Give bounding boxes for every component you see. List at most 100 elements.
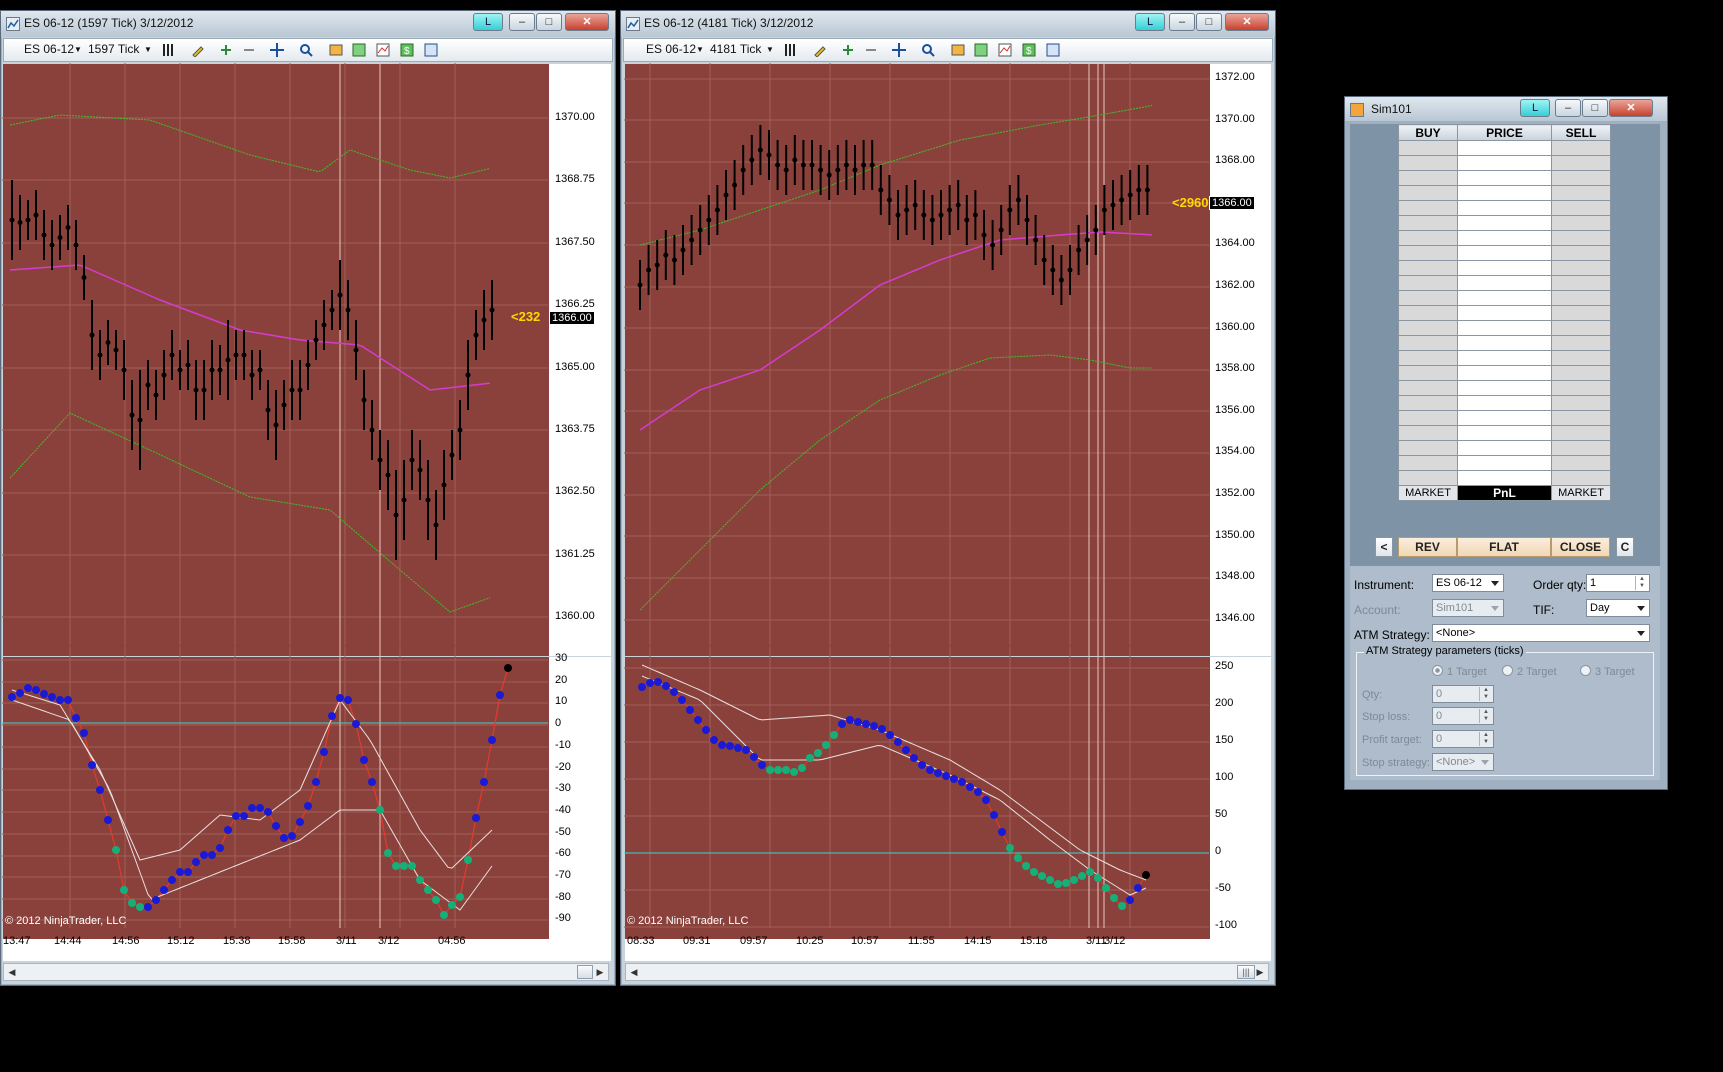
price-cell[interactable] (1457, 215, 1552, 231)
maximize-button[interactable]: □ (536, 13, 562, 31)
dom-row[interactable] (1398, 350, 1611, 366)
rev-button[interactable]: REV (1398, 537, 1457, 557)
buy-cell[interactable] (1398, 140, 1458, 156)
left-titlebar[interactable]: ES 06-12 (1597 Tick) 3/12/2012 L – □ ✕ (1, 11, 615, 37)
sell-cell[interactable] (1551, 470, 1611, 486)
dom-row[interactable] (1398, 155, 1611, 171)
price-cell[interactable] (1457, 260, 1552, 276)
buy-cell[interactable] (1398, 440, 1458, 456)
dom-row[interactable] (1398, 440, 1611, 456)
right-osc-axis[interactable] (1210, 657, 1271, 939)
stop-strategy-combo[interactable]: <None> (1432, 753, 1494, 771)
sell-cell[interactable] (1551, 155, 1611, 171)
price-cell[interactable] (1457, 335, 1552, 351)
dom-row[interactable] (1398, 245, 1611, 261)
zoom-in-icon[interactable] (219, 43, 233, 57)
price-cell[interactable] (1457, 425, 1552, 441)
instrument-selector[interactable]: ES 06-12 (24, 42, 74, 56)
interval-selector[interactable]: 1597 Tick (88, 42, 139, 56)
target-radio-2[interactable]: 2 Target (1502, 665, 1557, 678)
price-cell[interactable] (1457, 305, 1552, 321)
close-position-button[interactable]: CLOSE (1551, 537, 1610, 557)
link-button[interactable]: L (473, 13, 503, 31)
close-button[interactable]: ✕ (1609, 99, 1653, 117)
buy-cell[interactable] (1398, 455, 1458, 471)
minimize-button[interactable]: – (1169, 13, 1195, 31)
price-cell[interactable] (1457, 230, 1552, 246)
qty-input[interactable]: 0 ▲ ▼ (1432, 685, 1494, 703)
dom-ladder[interactable]: BUY PRICE SELL MARKET PnL MARKET (1398, 124, 1611, 501)
buy-cell[interactable] (1398, 200, 1458, 216)
right-titlebar[interactable]: ES 06-12 (4181 Tick) 3/12/2012 L – □ ✕ (621, 11, 1275, 37)
sell-cell[interactable] (1551, 365, 1611, 381)
interval-dropdown-icon[interactable]: ▼ (766, 45, 774, 54)
buy-cell[interactable] (1398, 305, 1458, 321)
crosshair-icon[interactable] (892, 43, 906, 57)
dom-row[interactable] (1398, 140, 1611, 156)
maximize-button[interactable]: □ (1196, 13, 1222, 31)
scroll-right-arrow[interactable]: ▶ (1253, 965, 1267, 979)
left-price-panel[interactable] (3, 64, 549, 656)
sell-cell[interactable] (1551, 440, 1611, 456)
profit-target-input[interactable]: 0 ▲ ▼ (1432, 730, 1494, 748)
sell-cell[interactable] (1551, 335, 1611, 351)
dollar-icon[interactable]: $ (1022, 43, 1036, 57)
left-scrollbar[interactable]: ◀ ▶ (3, 963, 609, 981)
scroll-left-arrow[interactable]: ◀ (627, 965, 641, 979)
crosshair-icon[interactable] (270, 43, 284, 57)
pencil-icon[interactable] (813, 43, 827, 58)
buy-cell[interactable] (1398, 425, 1458, 441)
buy-cell[interactable] (1398, 395, 1458, 411)
buy-cell[interactable] (1398, 350, 1458, 366)
dom-row[interactable] (1398, 305, 1611, 321)
sell-cell[interactable] (1551, 320, 1611, 336)
dollar-icon[interactable]: $ (400, 43, 414, 57)
instrument-dropdown-icon[interactable]: ▼ (696, 45, 704, 54)
sell-cell[interactable] (1551, 305, 1611, 321)
layout-icon[interactable] (1046, 43, 1060, 57)
account-combo[interactable]: Sim101 (1432, 599, 1504, 617)
sell-market-button[interactable]: MARKET (1551, 485, 1611, 501)
profit-target-spinner-icon[interactable]: ▲ ▼ (1479, 732, 1492, 746)
price-cell[interactable] (1457, 185, 1552, 201)
sell-cell[interactable] (1551, 410, 1611, 426)
price-cell[interactable] (1457, 365, 1552, 381)
buy-cell[interactable] (1398, 380, 1458, 396)
scroll-thumb[interactable] (577, 965, 593, 979)
flat-button[interactable]: FLAT (1457, 537, 1551, 557)
buy-cell[interactable] (1398, 245, 1458, 261)
tif-combo[interactable]: Day (1586, 599, 1650, 617)
buy-cell[interactable] (1398, 275, 1458, 291)
strategies-icon[interactable] (998, 43, 1012, 57)
sell-cell[interactable] (1551, 140, 1611, 156)
buy-cell[interactable] (1398, 185, 1458, 201)
target-radio-1[interactable]: 1 Target (1432, 665, 1487, 678)
dom-row[interactable] (1398, 320, 1611, 336)
sell-cell[interactable] (1551, 230, 1611, 246)
sell-cell[interactable] (1551, 215, 1611, 231)
sell-cell[interactable] (1551, 425, 1611, 441)
dom-row[interactable] (1398, 395, 1611, 411)
instrument-selector[interactable]: ES 06-12 (646, 42, 696, 56)
sell-cell[interactable] (1551, 455, 1611, 471)
buy-cell[interactable] (1398, 335, 1458, 351)
dom-row[interactable] (1398, 260, 1611, 276)
buy-cell[interactable] (1398, 170, 1458, 186)
right-price-panel[interactable] (625, 64, 1210, 656)
zoom-out-icon[interactable] (242, 43, 256, 57)
layout-icon[interactable] (424, 43, 438, 57)
left-oscillator-panel[interactable] (3, 657, 549, 939)
dom-row[interactable] (1398, 380, 1611, 396)
price-cell[interactable] (1457, 290, 1552, 306)
right-oscillator-panel[interactable] (625, 657, 1210, 939)
indicators-icon[interactable] (974, 43, 988, 57)
link-button[interactable]: L (1135, 13, 1165, 31)
maximize-button[interactable]: □ (1582, 99, 1608, 117)
minimize-button[interactable]: – (509, 13, 535, 31)
magnifier-icon[interactable] (921, 43, 935, 57)
sell-cell[interactable] (1551, 395, 1611, 411)
indicators-icon[interactable] (352, 43, 366, 57)
dom-row[interactable] (1398, 425, 1611, 441)
buy-cell[interactable] (1398, 260, 1458, 276)
properties-icon[interactable] (329, 43, 343, 57)
